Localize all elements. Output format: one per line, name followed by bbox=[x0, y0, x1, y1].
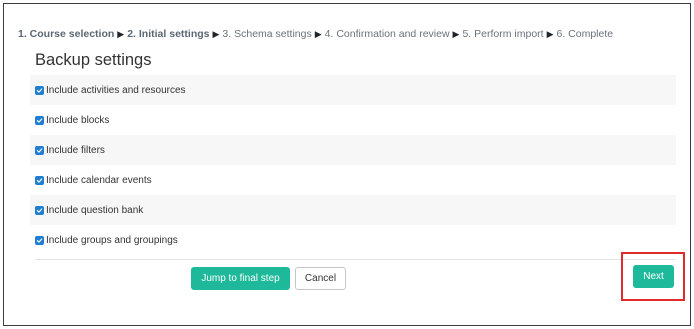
breadcrumb-step-initial-settings: 2. Initial settings bbox=[127, 28, 210, 40]
checkbox-checked-icon[interactable] bbox=[35, 235, 44, 245]
right-triangle-icon: ▶ bbox=[117, 28, 125, 39]
setting-label: Include question bank bbox=[46, 204, 144, 216]
breadcrumb-step-perform-import: 5. Perform import bbox=[462, 28, 544, 40]
progress-breadcrumb: 1. Course selection ▶ 2. Initial setting… bbox=[18, 27, 613, 41]
setting-label: Include activities and resources bbox=[46, 84, 186, 96]
right-triangle-icon: ▶ bbox=[314, 28, 322, 39]
right-triangle-icon: ▶ bbox=[452, 28, 460, 39]
setting-row-activities[interactable]: Include activities and resources bbox=[30, 75, 676, 105]
breadcrumb-step-schema-settings: 3. Schema settings bbox=[222, 28, 312, 40]
setting-row-question-bank[interactable]: Include question bank bbox=[30, 195, 676, 225]
breadcrumb-step-course-selection: 1. Course selection bbox=[18, 28, 115, 40]
setting-row-blocks[interactable]: Include blocks bbox=[30, 105, 676, 135]
checkbox-checked-icon[interactable] bbox=[35, 205, 44, 215]
breadcrumb-step-complete: 6. Complete bbox=[556, 28, 614, 40]
setting-row-filters[interactable]: Include filters bbox=[30, 135, 676, 165]
setting-label: Include calendar events bbox=[46, 174, 152, 186]
checkbox-checked-icon[interactable] bbox=[35, 145, 44, 155]
breadcrumb-step-confirmation-review: 4. Confirmation and review bbox=[324, 28, 450, 40]
checkbox-checked-icon[interactable] bbox=[35, 175, 44, 185]
setting-label: Include groups and groupings bbox=[46, 234, 178, 246]
right-triangle-icon: ▶ bbox=[546, 28, 554, 39]
form-divider bbox=[35, 259, 676, 260]
backup-settings-list: Include activities and resources Include… bbox=[30, 75, 676, 255]
checkbox-checked-icon[interactable] bbox=[35, 85, 44, 95]
setting-row-groups[interactable]: Include groups and groupings bbox=[30, 225, 676, 255]
setting-label: Include blocks bbox=[46, 114, 110, 126]
next-button-highlight bbox=[621, 252, 685, 301]
setting-label: Include filters bbox=[46, 144, 105, 156]
jump-to-final-step-button[interactable]: Jump to final step bbox=[191, 267, 290, 290]
cancel-button[interactable]: Cancel bbox=[295, 267, 346, 290]
checkbox-checked-icon[interactable] bbox=[35, 115, 44, 125]
section-title: Backup settings bbox=[35, 51, 152, 69]
setting-row-calendar-events[interactable]: Include calendar events bbox=[30, 165, 676, 195]
right-triangle-icon: ▶ bbox=[212, 28, 220, 39]
